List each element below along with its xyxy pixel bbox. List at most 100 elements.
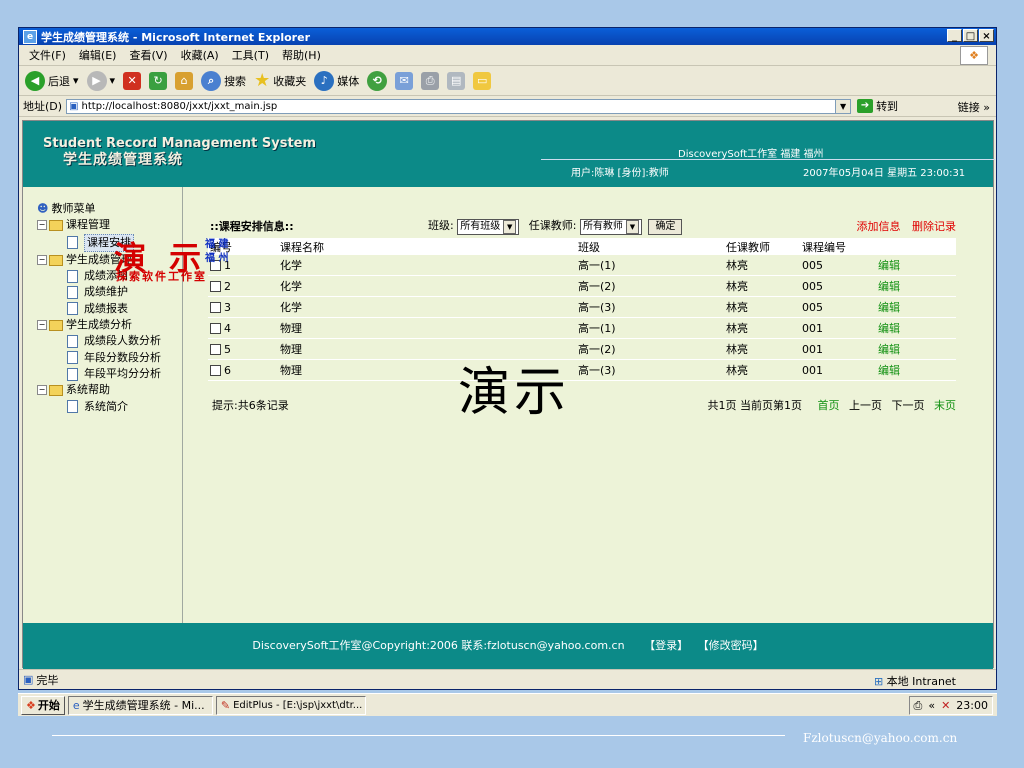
tree-group-help[interactable]: − 系统帮助 (37, 382, 161, 398)
table-row: 2 化学 高一(2) 林亮 005 编辑 (208, 275, 956, 297)
confirm-button[interactable]: 确定 (648, 219, 683, 235)
col-teacher: 任课教师 (724, 238, 800, 255)
system-tray: ⎙ « ✕ 23:00 (908, 696, 993, 715)
next-page-link[interactable]: 下一页 (892, 399, 925, 412)
menu-view[interactable]: 查看(V) (129, 47, 167, 63)
back-arrow-icon: ◀ (25, 70, 45, 91)
edit-icon[interactable]: ▤ (447, 71, 466, 90)
edit-link[interactable]: 编辑 (878, 343, 900, 356)
row-checkbox[interactable] (210, 365, 221, 376)
page-icon: ▣ (23, 673, 34, 686)
intranet-icon: ⊞ (873, 675, 884, 688)
sidebar-item-system-intro[interactable]: 系统简介 (37, 399, 161, 415)
links-button[interactable]: 链接 » (958, 99, 990, 115)
tree-group-course[interactable]: − 课程管理 (37, 217, 161, 233)
folder-icon[interactable]: ▭ (473, 71, 492, 90)
expand-tray-icon[interactable]: « (928, 699, 935, 712)
tree-group-analysis[interactable]: − 学生成绩分析 (37, 317, 161, 333)
taskbar-item-editplus[interactable]: ✎ EditPlus - [E:\jsp\jxxt\dtr... (215, 695, 366, 715)
menu-bar: 文件(F) 编辑(E) 查看(V) 收藏(A) 工具(T) 帮助(H) ❖ (19, 45, 996, 66)
filter-bar: ::课程安排信息:: 班级: 所有班级 ▼ 任课教师: 所有教师 ▼ 确定 添加信息… (208, 217, 956, 235)
tree-root[interactable]: ☻ 教师菜单 (37, 201, 161, 217)
row-checkbox[interactable] (210, 323, 221, 334)
edit-link[interactable]: 编辑 (878, 364, 900, 377)
table-row: 1 化学 高一(1) 林亮 005 编辑 (208, 255, 956, 276)
title-bar[interactable]: e 学生成绩管理系统 - Microsoft Internet Explorer… (19, 28, 996, 45)
class-select[interactable]: 所有班级 ▼ (457, 219, 520, 235)
teacher-filter-label: 任课教师: (528, 219, 577, 232)
menu-edit[interactable]: 编辑(E) (79, 47, 117, 63)
document-icon (67, 236, 78, 250)
menu-tools[interactable]: 工具(T) (232, 47, 269, 63)
go-button[interactable]: ➔ 转到 (857, 98, 898, 114)
refresh-icon[interactable]: ↻ (149, 71, 168, 90)
col-class: 班级 (576, 238, 724, 255)
ie-icon: e (72, 698, 80, 712)
chevron-down-icon[interactable]: ▼ (835, 99, 851, 113)
document-icon (67, 351, 78, 365)
first-page-link[interactable]: 首页 (818, 399, 840, 412)
sidebar-item-score-band-count[interactable]: 成绩段人数分析 (37, 333, 161, 349)
datetime: 2007年05月04日 星期五 23:00:31 (803, 168, 966, 179)
prev-page-link[interactable]: 上一页 (849, 399, 882, 412)
last-page-link[interactable]: 末页 (934, 399, 956, 412)
search-icon: ⌕ (201, 70, 222, 91)
collapse-icon[interactable]: − (37, 220, 47, 231)
menu-file[interactable]: 文件(F) (29, 47, 66, 63)
table-row: 3 化学 高一(3) 林亮 005 编辑 (208, 296, 956, 318)
maximize-button[interactable]: □ (963, 29, 978, 42)
address-input[interactable]: ▣ http://localhost:8080/jxxt/jxxt_main.j… (66, 98, 852, 114)
chevron-down-icon: ▾ (73, 74, 79, 87)
sidebar-item-grade-average[interactable]: 年段平均分分析 (37, 366, 161, 382)
document-icon (67, 400, 78, 414)
edit-link[interactable]: 编辑 (878, 259, 900, 272)
search-button[interactable]: ⌕ 搜索 (201, 70, 246, 91)
document-icon (67, 335, 78, 349)
row-checkbox[interactable] (210, 344, 221, 355)
forward-button[interactable]: ▶ ▾ (86, 70, 115, 91)
collapse-icon[interactable]: − (37, 255, 47, 266)
sidebar-item-grade-band-analysis[interactable]: 年段分数段分析 (37, 350, 161, 366)
document-icon (67, 269, 78, 283)
favorites-button[interactable]: ★ 收藏夹 (254, 70, 306, 91)
mail-icon[interactable]: ✉ (395, 71, 414, 90)
chevron-down-icon: ▼ (503, 220, 517, 234)
collapse-icon[interactable]: − (37, 320, 47, 331)
add-info-link[interactable]: 添加信息 (857, 220, 901, 233)
page-icon: ▣ (69, 100, 79, 112)
home-icon[interactable]: ⌂ (175, 71, 194, 90)
menu-favorites[interactable]: 收藏(A) (181, 47, 219, 63)
user-info: 用户:陈琳 [身份]:教师 (571, 168, 669, 179)
document-icon (67, 302, 78, 316)
print-icon[interactable]: ⎙ (421, 71, 440, 90)
document-icon (67, 286, 78, 300)
clock: 23:00 (956, 699, 988, 712)
edit-link[interactable]: 编辑 (878, 301, 900, 314)
edit-link[interactable]: 编辑 (878, 322, 900, 335)
minimize-button[interactable]: _ (947, 29, 962, 42)
printer-icon[interactable]: ⎙ (914, 699, 923, 713)
delete-record-link[interactable]: 删除记录 (912, 220, 956, 233)
login-link[interactable]: 【登录】 (644, 639, 688, 652)
close-button[interactable]: × (979, 29, 994, 42)
network-icon[interactable]: ✕ (941, 699, 950, 712)
teacher-select[interactable]: 所有教师 ▼ (579, 219, 642, 235)
sidebar-item-grade-maintain[interactable]: 成绩维护 (37, 284, 161, 300)
media-button[interactable]: ♪ 媒体 (314, 70, 359, 91)
star-icon: ★ (254, 70, 271, 91)
row-checkbox[interactable] (210, 302, 221, 313)
stop-icon[interactable]: ✕ (123, 71, 142, 90)
folder-icon (49, 319, 63, 331)
sidebar-item-grade-report[interactable]: 成绩报表 (37, 301, 161, 317)
edit-link[interactable]: 编辑 (878, 280, 900, 293)
row-checkbox[interactable] (210, 281, 221, 292)
taskbar-item-ie[interactable]: e 学生成绩管理系统 - Mi... (67, 695, 213, 715)
start-button[interactable]: ❖ 开始 (21, 695, 65, 715)
change-password-link[interactable]: 【修改密码】 (698, 639, 764, 652)
menu-help[interactable]: 帮助(H) (282, 47, 321, 63)
security-zone: ⊞ 本地 Intranet (873, 675, 956, 688)
folder-icon (49, 384, 63, 396)
history-icon[interactable]: ⟲ (367, 70, 388, 91)
back-button[interactable]: ◀ 后退 ▾ (25, 70, 79, 91)
collapse-icon[interactable]: − (37, 385, 47, 396)
